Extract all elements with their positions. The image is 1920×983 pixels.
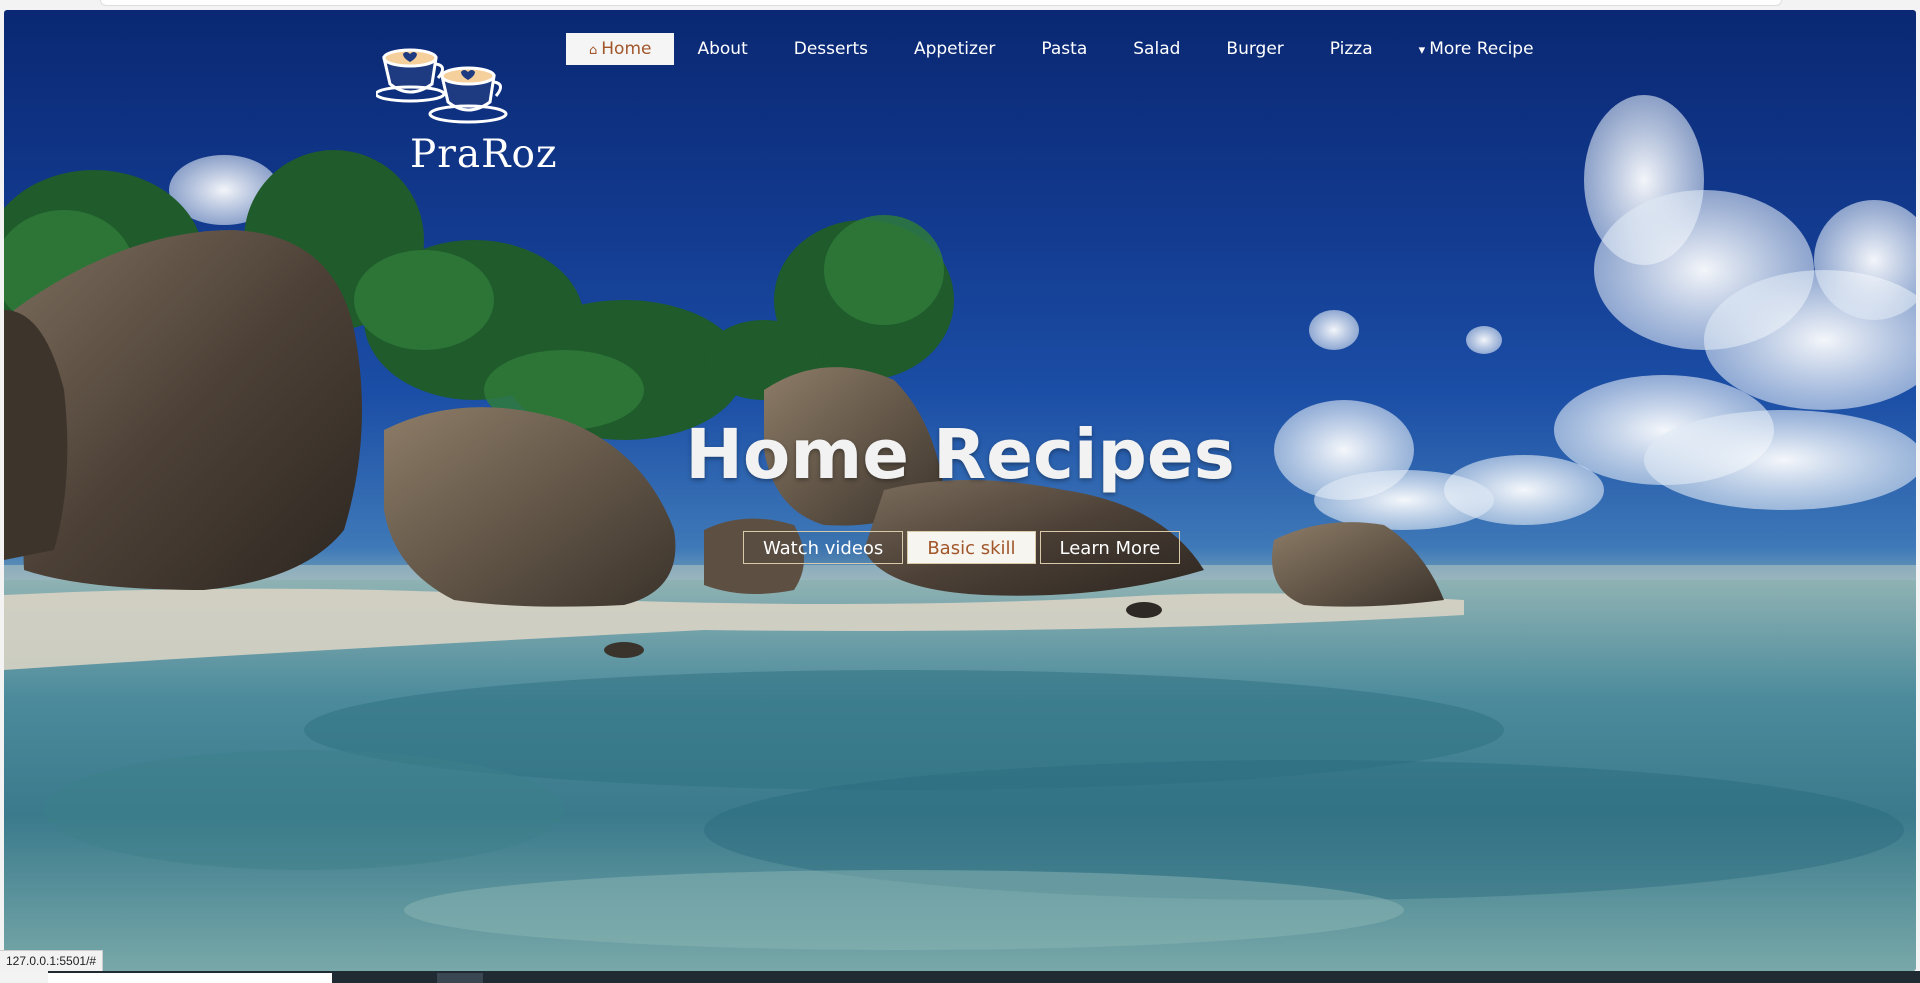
home-icon: ⌂ [589,43,598,58]
main-nav: ⌂ Home About Desserts Appetizer Pasta Sal… [566,33,1557,65]
hero-button-group: Watch videos Basic skill Learn More [743,531,1181,564]
brand-name: PraRoz [410,132,558,177]
taskbar-search-box[interactable] [48,973,332,983]
hero-section: PraRoz ⌂ Home About Desserts Appetizer Pa… [4,10,1916,971]
browser-toolbar-edge [100,0,1782,6]
caret-down-icon: ▾ [1418,43,1426,58]
browser-top-strip [0,0,1920,10]
nav-item-label: Home [601,39,652,59]
taskbar-app-button[interactable] [437,973,483,983]
nav-item-appetizer[interactable]: Appetizer [891,33,1018,65]
nav-item-label: More Recipe [1429,39,1534,59]
nav-item-burger[interactable]: Burger [1203,33,1306,65]
nav-item-label: About [697,39,748,59]
hero-title: Home Recipes [685,415,1235,495]
nav-item-label: Burger [1226,39,1284,59]
nav-item-label: Pasta [1041,39,1088,59]
taskbar-start-area[interactable] [0,971,48,983]
nav-item-label: Appetizer [913,39,996,59]
nav-item-label: Desserts [793,39,868,59]
nav-item-label: Pizza [1329,39,1373,59]
nav-item-desserts[interactable]: Desserts [771,33,891,65]
status-url: 127.0.0.1:5501/# [0,950,104,971]
nav-item-home[interactable]: ⌂ Home [566,33,675,65]
learn-more-button[interactable]: Learn More [1039,531,1181,564]
nav-item-more-recipe[interactable]: ▾ More Recipe [1396,33,1557,65]
nav-item-label: Salad [1133,39,1181,59]
nav-item-pasta[interactable]: Pasta [1018,33,1110,65]
coffee-cups-heart-icon [374,48,508,124]
watch-videos-button[interactable]: Watch videos [743,531,904,564]
brand-logo[interactable]: PraRoz [374,42,557,177]
nav-item-salad[interactable]: Salad [1110,33,1203,65]
basic-skill-button[interactable]: Basic skill [907,531,1036,564]
os-taskbar [0,971,1920,983]
nav-item-about[interactable]: About [674,33,770,65]
nav-item-pizza[interactable]: Pizza [1307,33,1396,65]
